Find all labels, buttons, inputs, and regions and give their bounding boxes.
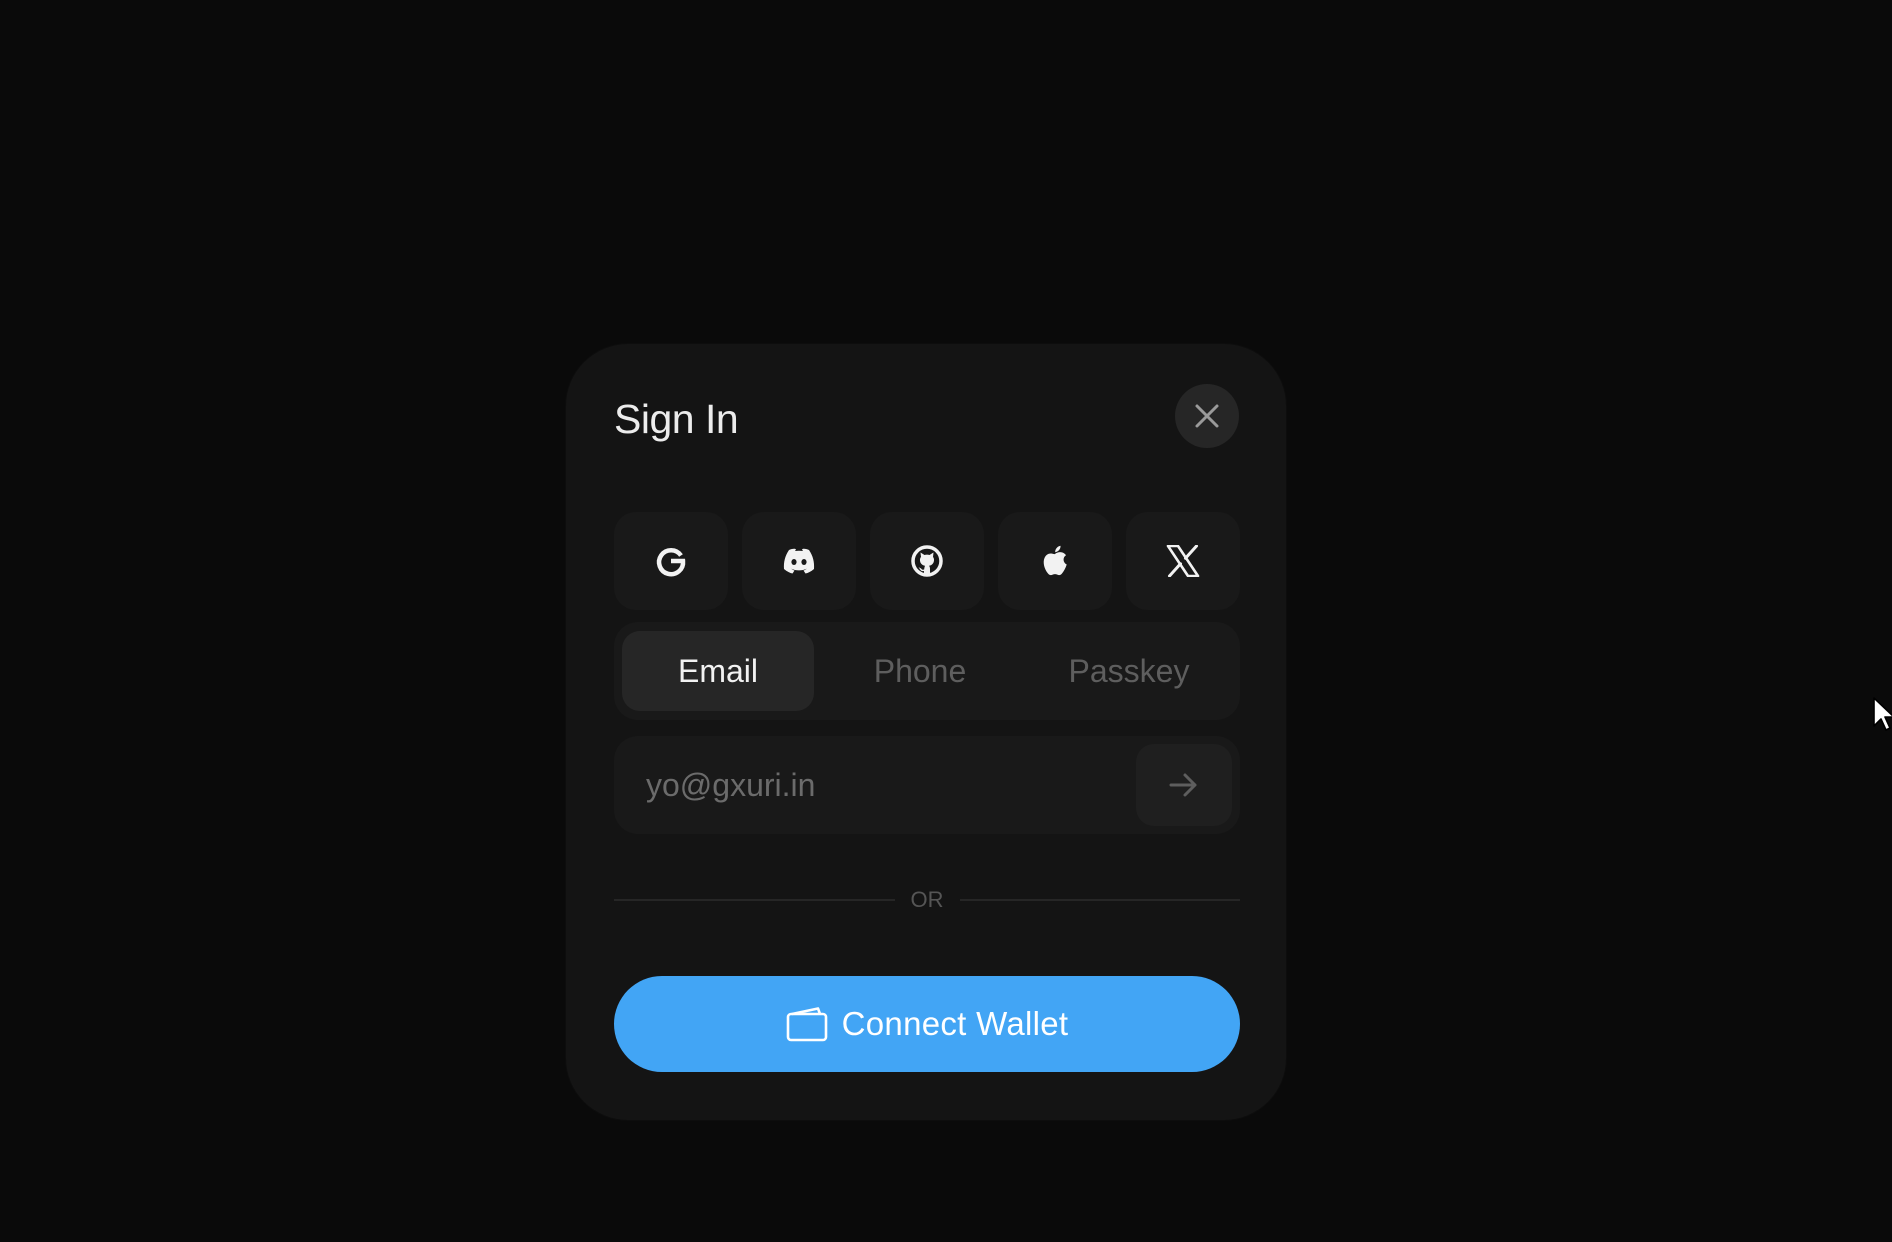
tab-phone[interactable]: Phone — [814, 631, 1026, 711]
apple-login-button[interactable] — [998, 512, 1112, 610]
apple-icon — [1040, 544, 1070, 578]
divider-line-right — [959, 899, 1240, 901]
submit-email-button[interactable] — [1136, 744, 1232, 826]
discord-login-button[interactable] — [742, 512, 856, 610]
divider-line-left — [614, 899, 895, 901]
close-button[interactable] — [1175, 384, 1239, 448]
github-icon — [910, 544, 944, 578]
google-login-button[interactable] — [614, 512, 728, 610]
x-icon — [1166, 545, 1200, 577]
arrow-right-icon — [1169, 772, 1199, 798]
mouse-cursor-icon — [1872, 696, 1892, 732]
close-icon — [1194, 403, 1220, 429]
sign-in-method-tabs: Email Phone Passkey — [614, 622, 1240, 720]
google-icon — [654, 544, 688, 578]
sign-in-modal: Sign In Email Phone Passkey yo@gxuri.in … — [566, 344, 1286, 1120]
email-field-container — [614, 736, 1240, 834]
discord-icon — [781, 547, 817, 575]
email-field[interactable] — [614, 736, 1134, 834]
social-login-row — [614, 512, 1240, 610]
connect-wallet-label: Connect Wallet — [841, 1005, 1069, 1042]
wallet-icon — [786, 1006, 828, 1042]
or-divider: OR — [614, 887, 1240, 912]
tab-email[interactable]: Email — [622, 631, 814, 711]
page-background: Sign In Email Phone Passkey yo@gxuri.in … — [0, 0, 1892, 1242]
connect-wallet-button[interactable]: Connect Wallet — [614, 976, 1240, 1072]
modal-title: Sign In — [614, 396, 739, 442]
x-login-button[interactable] — [1126, 512, 1240, 610]
tab-passkey[interactable]: Passkey — [1026, 631, 1232, 711]
github-login-button[interactable] — [870, 512, 984, 610]
divider-label: OR — [910, 887, 944, 912]
